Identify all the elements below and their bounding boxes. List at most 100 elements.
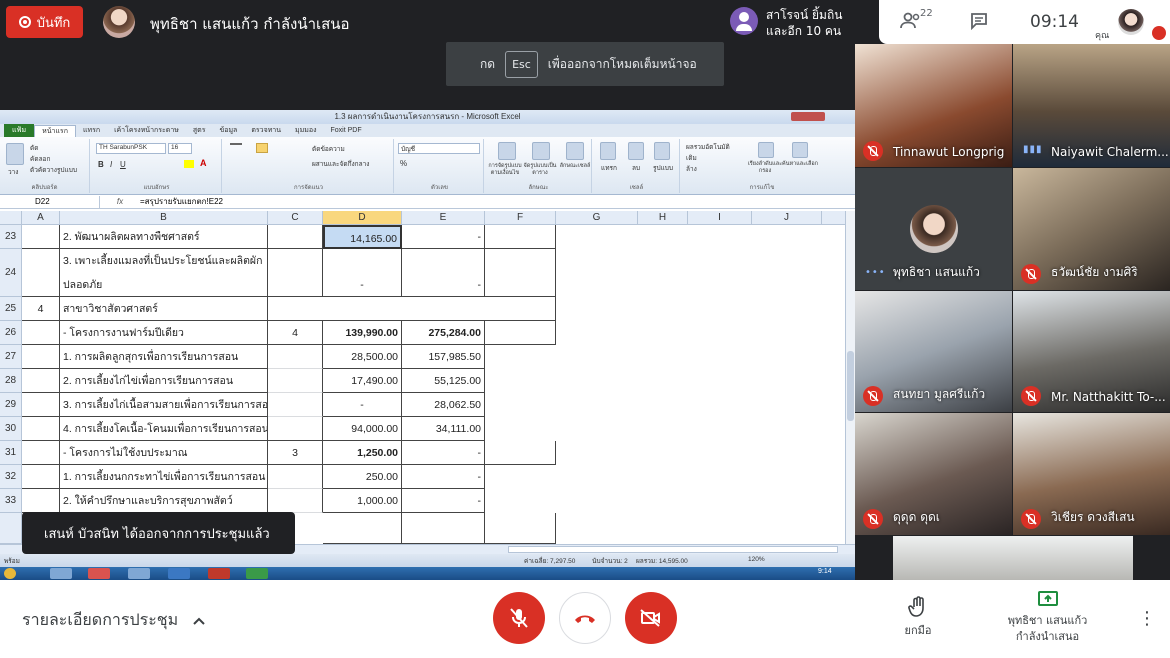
number-format-select[interactable]: บัญชี bbox=[398, 143, 480, 154]
underline-icon[interactable]: U bbox=[120, 160, 126, 169]
tab-data[interactable]: ข้อมูล bbox=[212, 125, 244, 136]
cell[interactable] bbox=[22, 489, 60, 513]
wrap-text-button[interactable]: ตัดข้อความ bbox=[312, 144, 345, 154]
cell[interactable]: 17,490.00 bbox=[323, 369, 402, 393]
cell[interactable]: 28,500.00 bbox=[323, 345, 402, 369]
row-header[interactable]: 30 bbox=[0, 417, 22, 441]
cell[interactable]: สาขาวิชาสัตวศาสตร์ bbox=[60, 297, 268, 321]
cell[interactable] bbox=[485, 321, 556, 345]
italic-icon[interactable]: I bbox=[110, 160, 112, 169]
tab-home[interactable]: หน้าแรก bbox=[34, 124, 76, 137]
taskbar-app-icon[interactable] bbox=[246, 568, 268, 579]
tab-page-layout[interactable]: เค้าโครงหน้ากระดาษ bbox=[107, 125, 186, 136]
column-header[interactable]: B bbox=[60, 211, 268, 225]
row-header[interactable]: 28 bbox=[0, 369, 22, 393]
cell[interactable]: 2. ให้คำปรึกษาและบริการสุขภาพสัตว์ bbox=[60, 489, 268, 513]
font-name-select[interactable]: TH SarabunPSK bbox=[96, 143, 166, 154]
cell[interactable]: - bbox=[323, 249, 402, 297]
cell[interactable] bbox=[22, 417, 60, 441]
merge-center-button[interactable]: ผสานและจัดกึ่งกลาง bbox=[312, 159, 369, 169]
column-header[interactable]: A bbox=[22, 211, 60, 225]
taskbar-app-icon[interactable] bbox=[168, 568, 190, 579]
vertical-scrollbar[interactable] bbox=[845, 211, 855, 544]
cell[interactable] bbox=[22, 225, 60, 249]
scroll-thumb[interactable] bbox=[847, 351, 854, 421]
cell[interactable] bbox=[268, 249, 323, 297]
cell[interactable] bbox=[22, 465, 60, 489]
cell[interactable]: - bbox=[402, 441, 485, 465]
leave-call-button[interactable] bbox=[559, 592, 611, 644]
sort-filter-icon[interactable] bbox=[758, 142, 774, 158]
insert-cells-icon[interactable] bbox=[600, 142, 616, 160]
chat-button[interactable] bbox=[970, 12, 988, 34]
cell[interactable] bbox=[268, 393, 323, 417]
fill-button[interactable]: เติม bbox=[686, 153, 697, 163]
record-button[interactable]: บันทึก bbox=[6, 6, 83, 38]
row-header[interactable]: 24 bbox=[0, 249, 22, 297]
formula-input[interactable]: =สรุปรายรับแยกตก!E22 bbox=[140, 195, 223, 208]
tab-view[interactable]: มุมมอง bbox=[288, 125, 323, 136]
cell[interactable] bbox=[268, 417, 323, 441]
cell[interactable]: 250.00 bbox=[323, 465, 402, 489]
bold-icon[interactable]: B bbox=[98, 160, 104, 169]
zoom-level[interactable]: 120% bbox=[748, 556, 765, 563]
cell[interactable]: 34,111.00 bbox=[402, 417, 485, 441]
cell[interactable]: 2. การเลี้ยงไก่ไข่เพื่อการเรียนการสอน bbox=[60, 369, 268, 393]
meeting-details-button[interactable]: รายละเอียดการประชุม bbox=[22, 608, 206, 633]
cell[interactable]: 3. การเลี้ยงไก่เนื้อสามสายเพื่อการเรียนก… bbox=[60, 393, 268, 417]
presenting-button[interactable]: พุทธิชา แสนแก้ว กำลังนำเสนอ bbox=[990, 590, 1105, 645]
column-header[interactable] bbox=[822, 211, 845, 225]
tab-file[interactable]: แฟ้ม bbox=[4, 124, 35, 137]
cell[interactable] bbox=[22, 369, 60, 393]
people-button[interactable] bbox=[900, 12, 922, 34]
row-header[interactable]: 23 bbox=[0, 225, 22, 249]
copy-button[interactable]: คัดลอก bbox=[30, 154, 50, 164]
row-header[interactable]: 32 bbox=[0, 465, 22, 489]
align-top-icon[interactable] bbox=[230, 143, 242, 153]
column-header[interactable]: I bbox=[688, 211, 752, 225]
cell[interactable] bbox=[268, 489, 323, 513]
row-header[interactable]: 27 bbox=[0, 345, 22, 369]
participant-tile[interactable]: ▮▮▮ Naiyawit Chalerm... bbox=[1013, 44, 1170, 167]
cell[interactable] bbox=[268, 225, 323, 249]
tab-formulas[interactable]: สูตร bbox=[186, 125, 213, 136]
cell[interactable]: - bbox=[402, 489, 485, 513]
more-options-icon[interactable]: ⋮ bbox=[1138, 608, 1156, 629]
cell[interactable]: - bbox=[402, 465, 485, 489]
cell[interactable] bbox=[22, 321, 60, 345]
self-avatar[interactable] bbox=[1118, 9, 1144, 35]
column-header[interactable]: H bbox=[638, 211, 688, 225]
cell[interactable]: 4 bbox=[22, 297, 60, 321]
cell[interactable]: 4 bbox=[268, 321, 323, 345]
cell[interactable] bbox=[402, 513, 485, 544]
column-header[interactable]: D bbox=[323, 211, 402, 225]
cell[interactable] bbox=[485, 441, 556, 465]
align-bottom-icon[interactable] bbox=[256, 143, 268, 153]
cell[interactable]: 2. พัฒนาผลิตผลทางพืชศาสตร์ bbox=[60, 225, 268, 249]
horizontal-scrollbar[interactable] bbox=[508, 546, 838, 553]
participant-tile[interactable]: Tinnawut Longprig bbox=[855, 44, 1012, 167]
cell[interactable]: 1. การผลิตลูกสุกรเพื่อการเรียนการสอน bbox=[60, 345, 268, 369]
tab-review[interactable]: ตรวจทาน bbox=[244, 125, 288, 136]
cell[interactable]: 275,284.00 bbox=[402, 321, 485, 345]
cell[interactable]: 55,125.00 bbox=[402, 369, 485, 393]
column-header[interactable]: J bbox=[752, 211, 822, 225]
participant-tile[interactable]: ดุดุด ดุดเ bbox=[855, 413, 1012, 535]
cell[interactable]: 94,000.00 bbox=[323, 417, 402, 441]
fx-icon[interactable]: fx bbox=[100, 197, 140, 206]
cell[interactable] bbox=[22, 249, 60, 297]
cell[interactable] bbox=[485, 225, 556, 249]
cell[interactable]: 157,985.50 bbox=[402, 345, 485, 369]
row-header[interactable]: 25 bbox=[0, 297, 22, 321]
cell[interactable]: 1,000.00 bbox=[323, 489, 402, 513]
taskbar-app-icon[interactable] bbox=[208, 568, 230, 579]
select-all-corner[interactable] bbox=[0, 211, 22, 225]
spreadsheet-grid[interactable]: A B C D E F G H I J 23 2. พัฒนาผลิตผลทาง… bbox=[0, 211, 845, 544]
column-header[interactable]: F bbox=[485, 211, 556, 225]
clear-button[interactable]: ล้าง bbox=[686, 164, 697, 174]
cell[interactable]: 139,990.00 bbox=[323, 321, 402, 345]
row-header[interactable]: 33 bbox=[0, 489, 22, 513]
cell[interactable] bbox=[323, 513, 402, 544]
cell[interactable]: 3 bbox=[268, 441, 323, 465]
percent-icon[interactable]: % bbox=[400, 159, 407, 168]
